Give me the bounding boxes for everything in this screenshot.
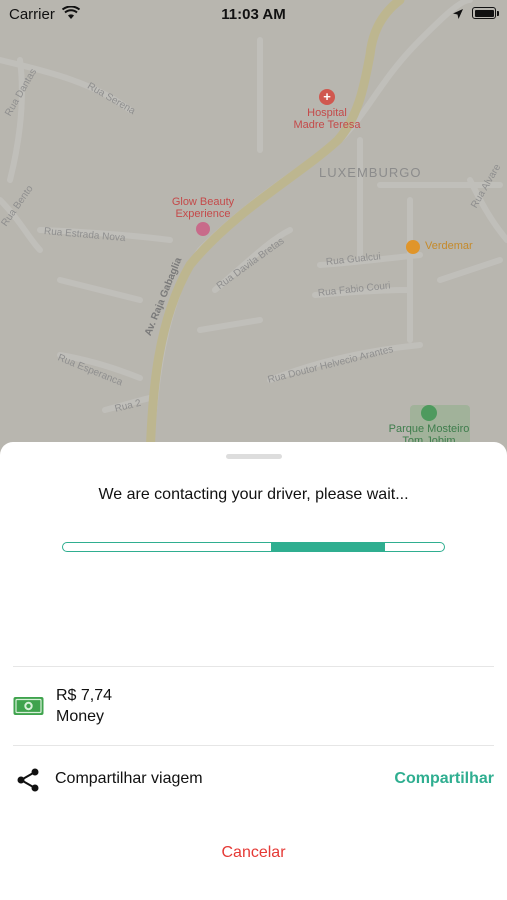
progress-fill: [270, 543, 385, 551]
poi-hospital[interactable]: Hospital Madre Teresa: [280, 107, 374, 131]
battery-icon: [472, 7, 496, 19]
location-arrow-icon: [452, 7, 464, 24]
divider: [13, 745, 494, 746]
contacting-driver-message: We are contacting your driver, please wa…: [98, 486, 409, 503]
cancel-button[interactable]: Cancelar: [0, 844, 507, 862]
share-icon: [16, 767, 40, 793]
poi-verdemar[interactable]: Verdemar: [425, 240, 473, 252]
payment-method: Money: [56, 708, 105, 725]
area-label: LUXEMBURGO: [319, 165, 422, 180]
map-view[interactable]: Rua Serena Rua Dantas Rua Estrada Nova A…: [0, 0, 507, 460]
hospital-icon: +: [319, 89, 335, 105]
money-icon: [13, 695, 44, 717]
park-icon: [421, 405, 437, 421]
divider: [13, 666, 494, 667]
share-trip-label: Compartilhar viagem: [55, 770, 203, 787]
store-icon: [406, 240, 420, 254]
status-time: 11:03 AM: [221, 6, 286, 23]
sheet-grabber[interactable]: [226, 454, 282, 459]
fare-amount: R$ 7,74: [56, 687, 113, 704]
poi-glow-beauty[interactable]: Glow Beauty Experience: [150, 196, 256, 220]
share-button[interactable]: Compartilhar: [394, 770, 494, 788]
battery-tip: [497, 11, 499, 16]
shopping-icon: [196, 222, 210, 236]
status-bar: Carrier 11:03 AM: [0, 0, 507, 28]
search-progress-bar: [62, 542, 445, 552]
bottom-sheet: We are contacting your driver, please wa…: [0, 442, 507, 900]
